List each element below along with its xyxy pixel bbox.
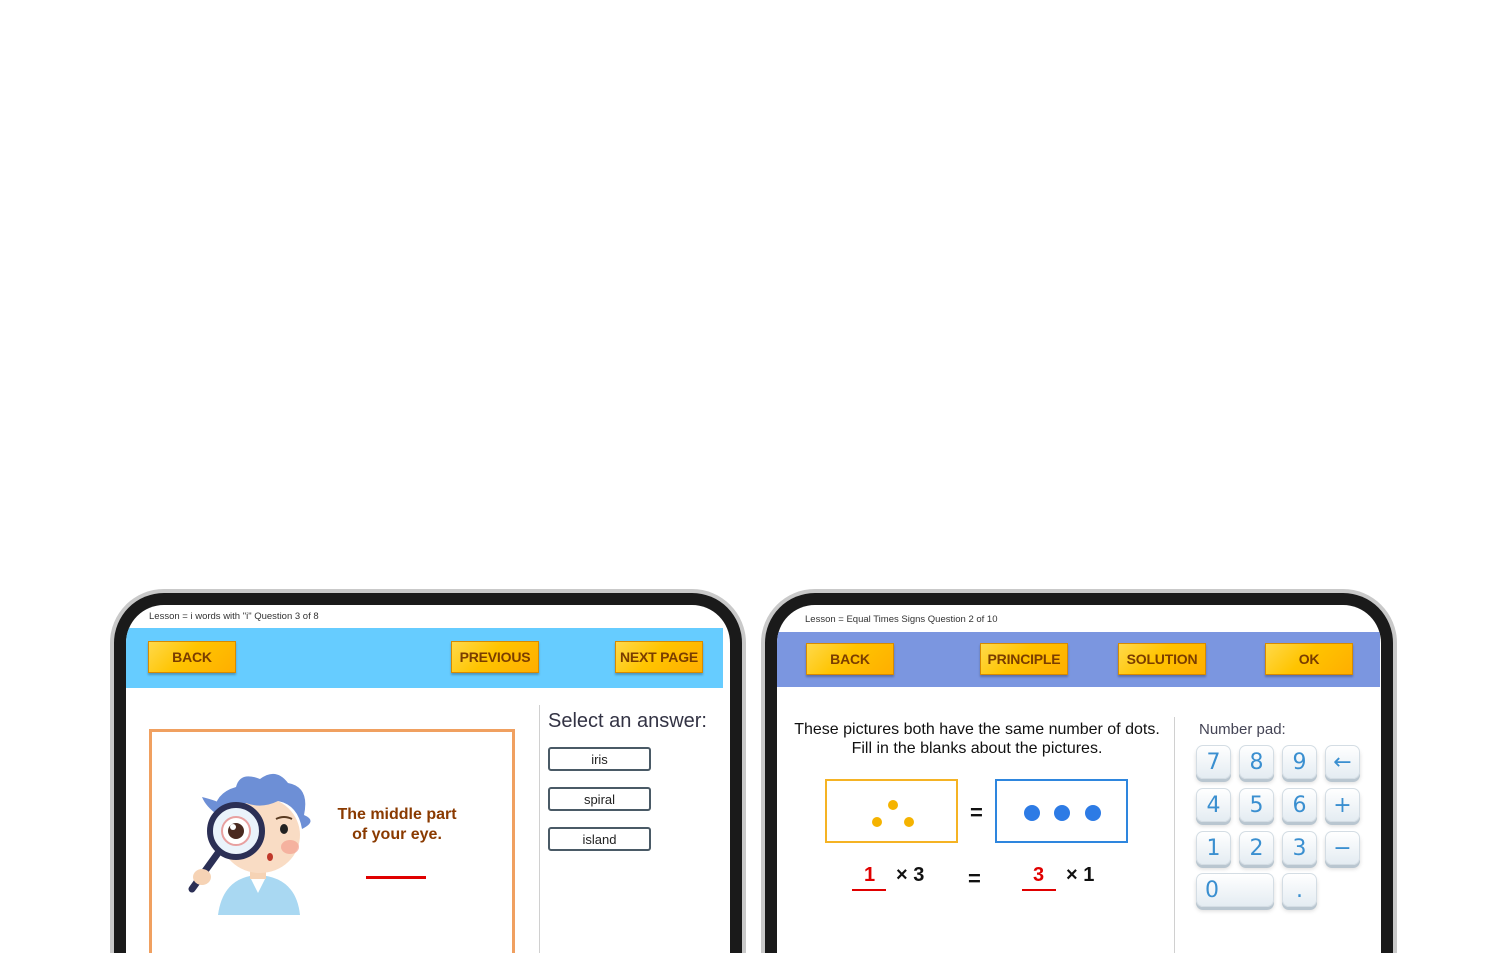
ok-button[interactable]: OK (1265, 643, 1353, 675)
key-4[interactable]: 4 (1196, 788, 1231, 822)
detective-kid-illustration (188, 773, 311, 915)
key-8[interactable]: 8 (1239, 745, 1274, 779)
equals-sign-2: = (968, 866, 981, 891)
key-7[interactable]: 7 (1196, 745, 1231, 779)
back-button[interactable]: BACK (148, 641, 236, 673)
dot-box-triangle (825, 779, 958, 843)
row-dots (1024, 805, 1101, 821)
answer-a-value[interactable]: 1 (864, 864, 875, 887)
question-clue: The middle part of your eye. (326, 805, 468, 845)
next-page-button[interactable]: NEXT PAGE (615, 641, 703, 673)
number-pad-title: Number pad: (1199, 721, 1286, 738)
tablet-screen-left: Lesson = i words with "i" Question 3 of … (126, 605, 730, 953)
key-3[interactable]: 3 (1282, 831, 1317, 865)
back-button[interactable]: BACK (806, 643, 894, 675)
solution-button[interactable]: SOLUTION (1118, 643, 1206, 675)
principle-button[interactable]: PRINCIPLE (980, 643, 1068, 675)
tablet-frame-right: Lesson = Equal Times Signs Question 2 of… (765, 593, 1393, 953)
divider (1174, 717, 1175, 953)
clue-line-2: of your eye. (352, 826, 442, 843)
dot-box-row (995, 779, 1128, 843)
backspace-key[interactable]: ← (1325, 745, 1360, 779)
divider (539, 705, 540, 953)
key-6[interactable]: 6 (1282, 788, 1317, 822)
answer-b-value[interactable]: 3 (1033, 864, 1044, 887)
key-0[interactable]: 0 (1196, 873, 1274, 907)
tablet-frame-left: Lesson = i words with "i" Question 3 of … (114, 593, 742, 953)
toolbar: BACK PRINCIPLE SOLUTION OK (777, 632, 1380, 687)
times-three-label: × 3 (896, 864, 925, 886)
minus-key[interactable]: − (1325, 831, 1360, 865)
answer-option-spiral[interactable]: spiral (548, 787, 651, 811)
decimal-key[interactable]: . (1282, 873, 1317, 907)
previous-button[interactable]: PREVIOUS (451, 641, 539, 673)
toolbar: BACK PREVIOUS NEXT PAGE (126, 628, 723, 688)
plus-key[interactable]: + (1325, 788, 1360, 822)
answer-a-underline (852, 889, 886, 891)
answer-b-underline (1022, 889, 1056, 891)
select-answer-title: Select an answer: (548, 710, 707, 732)
times-one-label: × 1 (1066, 864, 1095, 886)
key-9[interactable]: 9 (1282, 745, 1317, 779)
instruction-line-2: Fill in the blanks about the pictures. (851, 740, 1103, 757)
lesson-header: Lesson = i words with "i" Question 3 of … (149, 611, 319, 622)
key-1[interactable]: 1 (1196, 831, 1231, 865)
instruction-line-1: These pictures both have the same number… (794, 721, 1160, 738)
triangle-dots (872, 800, 914, 827)
key-5[interactable]: 5 (1239, 788, 1274, 822)
answer-option-island[interactable]: island (548, 827, 651, 851)
tablet-screen-right: Lesson = Equal Times Signs Question 2 of… (777, 605, 1381, 953)
answer-blank (366, 876, 426, 879)
clue-line-1: The middle part (337, 806, 457, 823)
equals-sign: = (970, 800, 983, 825)
instructions: These pictures both have the same number… (777, 720, 1177, 758)
lesson-header: Lesson = Equal Times Signs Question 2 of… (805, 614, 998, 625)
key-2[interactable]: 2 (1239, 831, 1274, 865)
answer-option-iris[interactable]: iris (548, 747, 651, 771)
